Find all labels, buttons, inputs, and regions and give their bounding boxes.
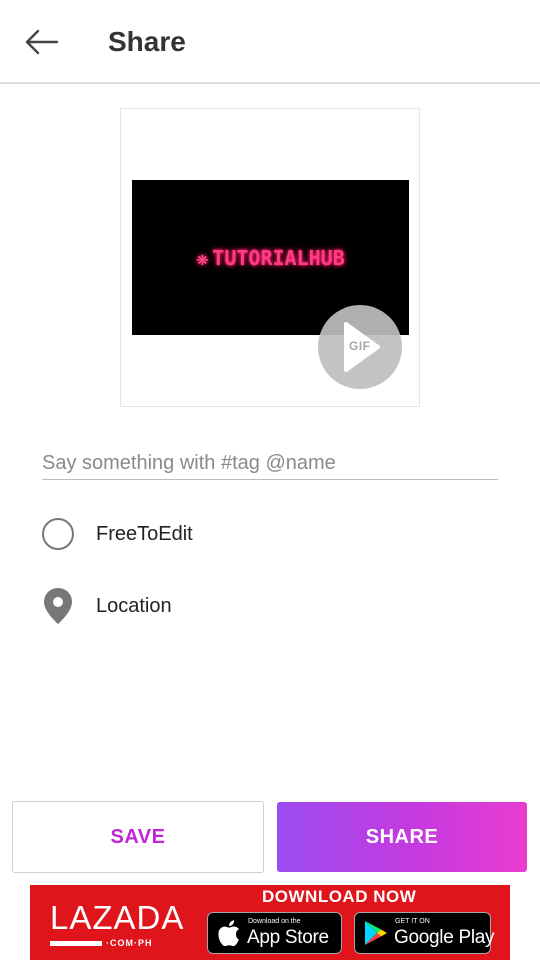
ad-brand-logo: LAZADA ·COM·PH [50,899,185,948]
page-title: Share [108,26,186,57]
app-store-badge[interactable]: Download on the App Store [207,912,342,954]
back-button[interactable] [20,22,64,62]
ad-brand-domain: ·COM·PH [106,938,153,948]
app-header: Share [0,0,540,84]
location-option[interactable]: Location [40,586,240,626]
free-to-edit-radio[interactable] [42,518,74,550]
google-play-icon [365,921,387,945]
brand-text: TUTORIALHUB [212,245,345,270]
brand-logo: ❋ TUTORIALHUB [196,246,345,270]
free-to-edit-toggle[interactable]: FreeToEdit [40,514,240,554]
share-screen: Share ❋ TUTORIALHUB GIF FreeToEdit [0,0,540,960]
google-play-small-text: GET IT ON [395,918,430,925]
caption-input[interactable] [42,448,498,480]
app-store-big-text: App Store [247,927,329,948]
ad-banner[interactable]: LAZADA ·COM·PH DOWNLOAD NOW Download on … [30,885,510,960]
location-pin-icon [40,586,76,626]
media-preview-card: ❋ TUTORIALHUB GIF [120,108,420,407]
share-button[interactable]: SHARE [277,802,527,872]
google-play-badge[interactable]: GET IT ON Google Play [354,912,495,954]
ad-brand-underline [50,941,102,946]
ad-cta-text: DOWNLOAD NOW [262,887,417,906]
free-to-edit-label: FreeToEdit [96,522,193,545]
gif-label: GIF [349,339,371,353]
location-label: Location [96,594,172,617]
flower-icon: ❋ [196,245,209,270]
ad-brand-name: LAZADA [50,899,185,936]
google-play-big-text: Google Play [394,927,495,948]
app-store-small-text: Download on the [248,918,301,925]
arrow-left-icon [25,29,59,55]
save-button[interactable]: SAVE [12,801,264,873]
gif-play-button[interactable]: GIF [318,305,402,389]
apple-icon [218,920,239,946]
